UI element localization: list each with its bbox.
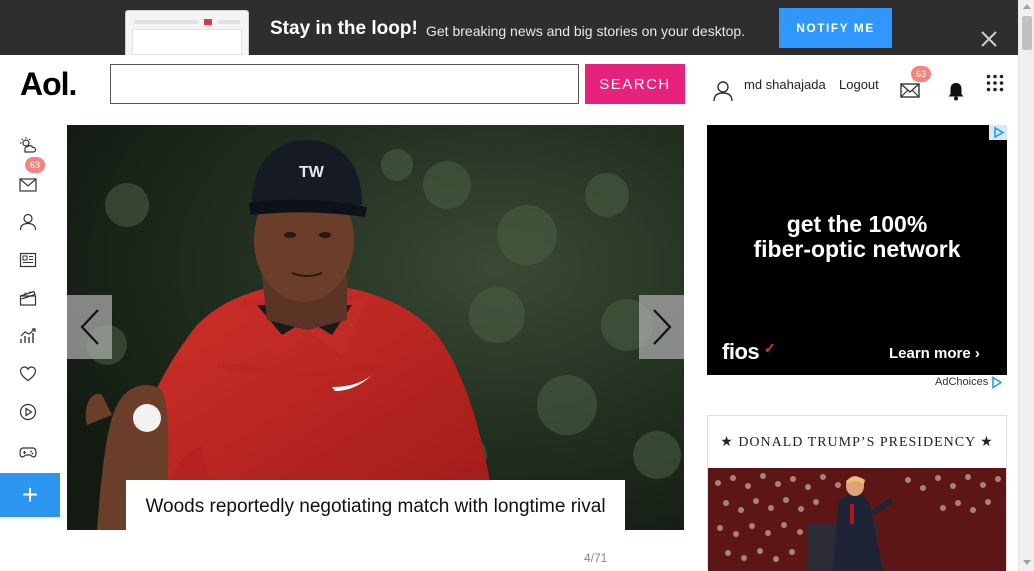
topic-card-image[interactable] xyxy=(708,468,1006,571)
lifestyle-heart-icon[interactable] xyxy=(19,365,37,383)
rally-photo xyxy=(708,468,1006,571)
adchoices-icon[interactable] xyxy=(990,376,1003,389)
golfer-photo: TW xyxy=(67,125,684,530)
topic-card-title[interactable]: ★ DONALD TRUMP’S PRESIDENCY ★ xyxy=(707,434,1007,451)
scroll-down-arrow-icon[interactable] xyxy=(1023,560,1031,565)
scroll-up-arrow-icon[interactable] xyxy=(1023,4,1031,9)
ad-learn-more-link[interactable]: Learn more › xyxy=(889,345,980,362)
news-icon[interactable] xyxy=(19,251,37,269)
search-input[interactable] xyxy=(110,64,579,104)
video-play-icon[interactable] xyxy=(19,403,37,421)
browser-notification-illustration xyxy=(125,10,249,55)
chevron-right-icon xyxy=(652,309,672,345)
slideshow-next-button[interactable] xyxy=(639,295,684,359)
notification-promo-banner: Stay in the loop! Get breaking news and … xyxy=(0,0,1018,55)
profile-icon[interactable] xyxy=(19,213,37,231)
ad-headline-line1: get the 100% xyxy=(786,211,928,237)
chevron-left-icon xyxy=(79,309,99,345)
apps-grid-icon[interactable] xyxy=(986,74,1004,92)
ad-brand-logo: fios xyxy=(722,339,760,364)
slideshow-image[interactable]: TW xyxy=(67,125,684,530)
ad-headline-line2: fiber-optic network xyxy=(753,236,961,262)
chevron-right-icon: › xyxy=(974,345,980,362)
weather-icon[interactable] xyxy=(19,136,37,154)
aol-logo[interactable]: Aol. xyxy=(20,66,77,103)
username-link[interactable]: md shahajada xyxy=(744,77,826,92)
promo-text: Get breaking news and big stories on you… xyxy=(426,23,746,39)
slide-counter: 4/71 xyxy=(584,551,608,565)
scroll-thumb[interactable] xyxy=(1022,16,1032,50)
mail-icon[interactable] xyxy=(900,82,922,100)
ad-headline: get the 100% fiber-optic network xyxy=(707,212,1007,262)
mail-count-badge: 63 xyxy=(911,66,931,82)
rail-mail-count-badge: 63 xyxy=(25,157,45,173)
slideshow-previous-button[interactable] xyxy=(67,295,112,359)
close-icon[interactable] xyxy=(980,30,998,48)
slide-caption[interactable]: Woods reportedly negotiating match with … xyxy=(126,480,625,555)
user-icon[interactable] xyxy=(713,80,733,102)
search-button[interactable]: SEARCH xyxy=(585,64,685,104)
mail-icon[interactable] xyxy=(19,176,37,194)
svg-text:TW: TW xyxy=(299,164,325,181)
adchoices-link[interactable]: AdChoices xyxy=(935,376,988,388)
notifications-bell-icon[interactable] xyxy=(947,81,965,101)
games-controller-icon[interactable] xyxy=(19,443,37,461)
vertical-scrollbar[interactable] xyxy=(1018,0,1034,571)
add-shortcut-button[interactable]: + xyxy=(0,473,60,517)
promo-title: Stay in the loop! xyxy=(270,18,418,39)
notify-me-button[interactable]: NOTIFY ME xyxy=(779,8,892,48)
ad-info-icon[interactable] xyxy=(989,125,1007,140)
ad-brand-check-icon: ✓ xyxy=(764,340,776,356)
finance-icon[interactable] xyxy=(19,327,37,345)
entertainment-icon[interactable] xyxy=(19,289,37,307)
ad-cta-label: Learn more xyxy=(889,345,971,362)
logout-link[interactable]: Logout xyxy=(839,77,879,92)
